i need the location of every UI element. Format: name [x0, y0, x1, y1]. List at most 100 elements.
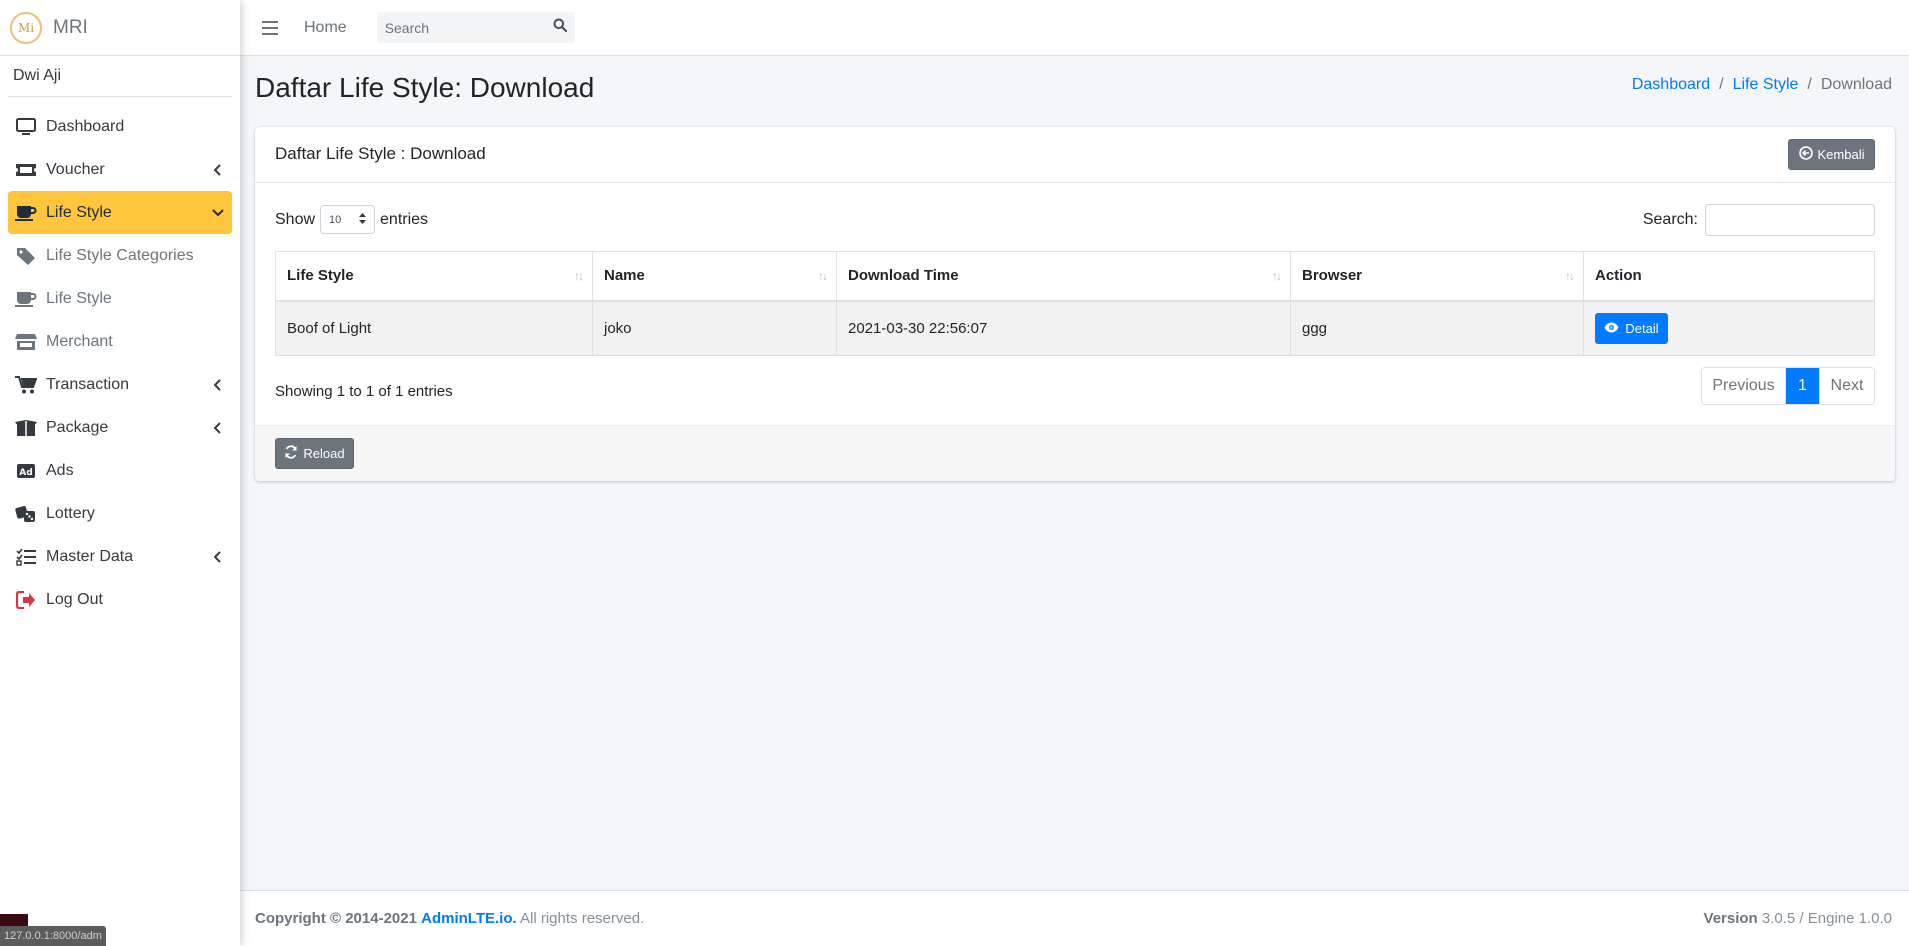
brand-name: MRI [53, 16, 88, 38]
breadcrumb-separator: / [1719, 76, 1724, 93]
entries-select[interactable]: 10 [320, 205, 376, 234]
sidebar-item-voucher[interactable]: Voucher [8, 148, 232, 191]
sidebar-item-label: Master Data [46, 547, 134, 565]
copyright-prefix: Copyright © 2014-2021 [255, 910, 417, 927]
sort-icon: ↑↓ [1272, 269, 1282, 283]
brand-logo: Mi [10, 11, 42, 44]
svg-text:Ad: Ad [19, 468, 32, 478]
detail-button[interactable]: Detail [1595, 312, 1668, 344]
nav-home-link[interactable]: Home [304, 19, 347, 37]
entries-length: Show 10 entries [275, 205, 428, 234]
table-search-input[interactable] [1705, 204, 1875, 236]
pagination-next[interactable]: Next [1819, 368, 1874, 404]
sidebar-item-lottery[interactable]: Lottery [8, 492, 232, 535]
show-label: Show [275, 210, 316, 228]
sidebar-item-dashboard[interactable]: Dashboard [8, 105, 232, 148]
box-open-icon [14, 418, 38, 438]
user-panel[interactable]: Dwi Aji [8, 56, 232, 97]
sidebar-item-label: Log Out [46, 590, 103, 608]
sort-asc-icon: ↑↓ [574, 269, 584, 283]
coffee-icon [14, 289, 38, 309]
breadcrumb: Dashboard / Life Style / Download [1632, 76, 1892, 94]
reload-button-label: Reload [303, 446, 345, 461]
download-table: Life Style ↑↓ Name ↑↓ Download Time ↑↓ Brow… [275, 251, 1875, 356]
breadcrumb-dashboard[interactable]: Dashboard [1632, 76, 1710, 94]
sidebar-item-label: Voucher [46, 160, 105, 178]
main-footer: Copyright © 2014-2021 AdminLTE.io. All r… [240, 890, 1909, 946]
monitor-icon [14, 117, 38, 137]
cell-download-time: 2021-03-30 22:56:07 [836, 300, 1291, 356]
detail-button-label: Detail [1625, 320, 1659, 336]
version-value: 3.0.5 / Engine 1.0.0 [1761, 910, 1892, 927]
pagination: Previous 1 Next [1701, 367, 1875, 405]
table-search-label: Search: [1642, 211, 1698, 228]
sidebar-item-label: Package [46, 418, 109, 436]
column-header-name[interactable]: Name ↑↓ [592, 251, 837, 302]
column-header-download-time[interactable]: Download Time ↑↓ [836, 251, 1291, 302]
sidebar-item-life-style-sub[interactable]: Life Style [8, 277, 232, 320]
entries-select-value: 10 [329, 213, 342, 226]
card-header: Daftar Life Style : Download Kembali [255, 127, 1895, 183]
sort-icon: ↑↓ [1565, 269, 1575, 283]
sort-icon: ↑↓ [818, 269, 828, 283]
cell-action: Detail [1583, 300, 1875, 356]
chevron-left-icon [212, 163, 224, 176]
select-arrows-icon [359, 212, 367, 227]
content-wrapper: Daftar Life Style: Download Dashboard / … [240, 56, 1909, 890]
tag-icon [14, 246, 38, 266]
reload-button[interactable]: Reload [275, 438, 354, 469]
sidebar-item-label: Life Style [46, 289, 112, 307]
column-header-browser[interactable]: Browser ↑↓ [1290, 251, 1584, 302]
sidebar-item-label: Life Style [46, 203, 112, 221]
sign-out-icon [14, 590, 38, 610]
chevron-left-icon [212, 378, 224, 391]
pagination-previous[interactable]: Previous [1702, 368, 1786, 404]
chevron-left-icon [212, 550, 224, 563]
cart-icon [14, 375, 38, 395]
sidebar-nav: Dashboard Voucher Life Style Life Style … [0, 105, 240, 621]
breadcrumb-life-style[interactable]: Life Style [1733, 76, 1799, 94]
sidebar-item-label: Merchant [46, 332, 113, 350]
table-search: Search: [1643, 204, 1875, 236]
adminlte-link[interactable]: AdminLTE.io. [421, 910, 517, 927]
cell-browser: ggg [1290, 300, 1584, 356]
sidebar-item-merchant[interactable]: Merchant [8, 320, 232, 363]
menu-toggle-icon[interactable] [262, 20, 278, 35]
sidebar-item-log-out[interactable]: Log Out [8, 578, 232, 621]
sidebar-item-ads[interactable]: Ad Ads [8, 449, 232, 492]
sidebar-item-label: Dashboard [46, 117, 125, 135]
search-icon[interactable] [553, 18, 567, 37]
sidebar-item-life-style-categories[interactable]: Life Style Categories [8, 234, 232, 277]
sidebar-item-transaction[interactable]: Transaction [8, 363, 232, 406]
chevron-left-icon [212, 421, 224, 434]
card-footer: Reload [255, 425, 1895, 481]
ad-icon: Ad [14, 461, 38, 481]
tasks-icon [14, 547, 38, 567]
navbar-search-input[interactable] [384, 19, 535, 36]
user-name[interactable]: Dwi Aji [13, 67, 61, 85]
sidebar-item-label: Lottery [46, 504, 95, 522]
rights-text: All rights reserved. [520, 910, 645, 927]
entries-label: entries [380, 210, 429, 228]
dice-icon [14, 504, 38, 524]
cell-name: joko [592, 300, 837, 356]
sidebar-item-life-style[interactable]: Life Style [8, 191, 232, 234]
brand-link[interactable]: Mi MRI [0, 0, 240, 56]
page-title: Daftar Life Style: Download [255, 72, 595, 103]
download-card: Daftar Life Style : Download Kembali Sho… [255, 127, 1895, 481]
sidebar-item-label: Transaction [46, 375, 129, 393]
version-info: Version 3.0.5 / Engine 1.0.0 [1704, 910, 1892, 927]
sync-icon [284, 445, 298, 462]
version-label: Version [1703, 910, 1758, 927]
sidebar-item-master-data[interactable]: Master Data [8, 535, 232, 578]
sidebar-item-package[interactable]: Package [8, 406, 232, 449]
pagination-page-1[interactable]: 1 [1786, 368, 1819, 404]
chevron-down-icon [212, 207, 224, 219]
breadcrumb-separator: / [1807, 76, 1812, 93]
arrow-circle-left-icon [1798, 146, 1813, 163]
sidebar: Mi MRI Dwi Aji Dashboard Voucher Life St… [0, 0, 240, 946]
column-header-life-style[interactable]: Life Style ↑↓ [275, 251, 593, 302]
top-navbar: Home [240, 0, 1909, 56]
back-button[interactable]: Kembali [1788, 139, 1875, 170]
column-header-action: Action [1583, 251, 1875, 302]
